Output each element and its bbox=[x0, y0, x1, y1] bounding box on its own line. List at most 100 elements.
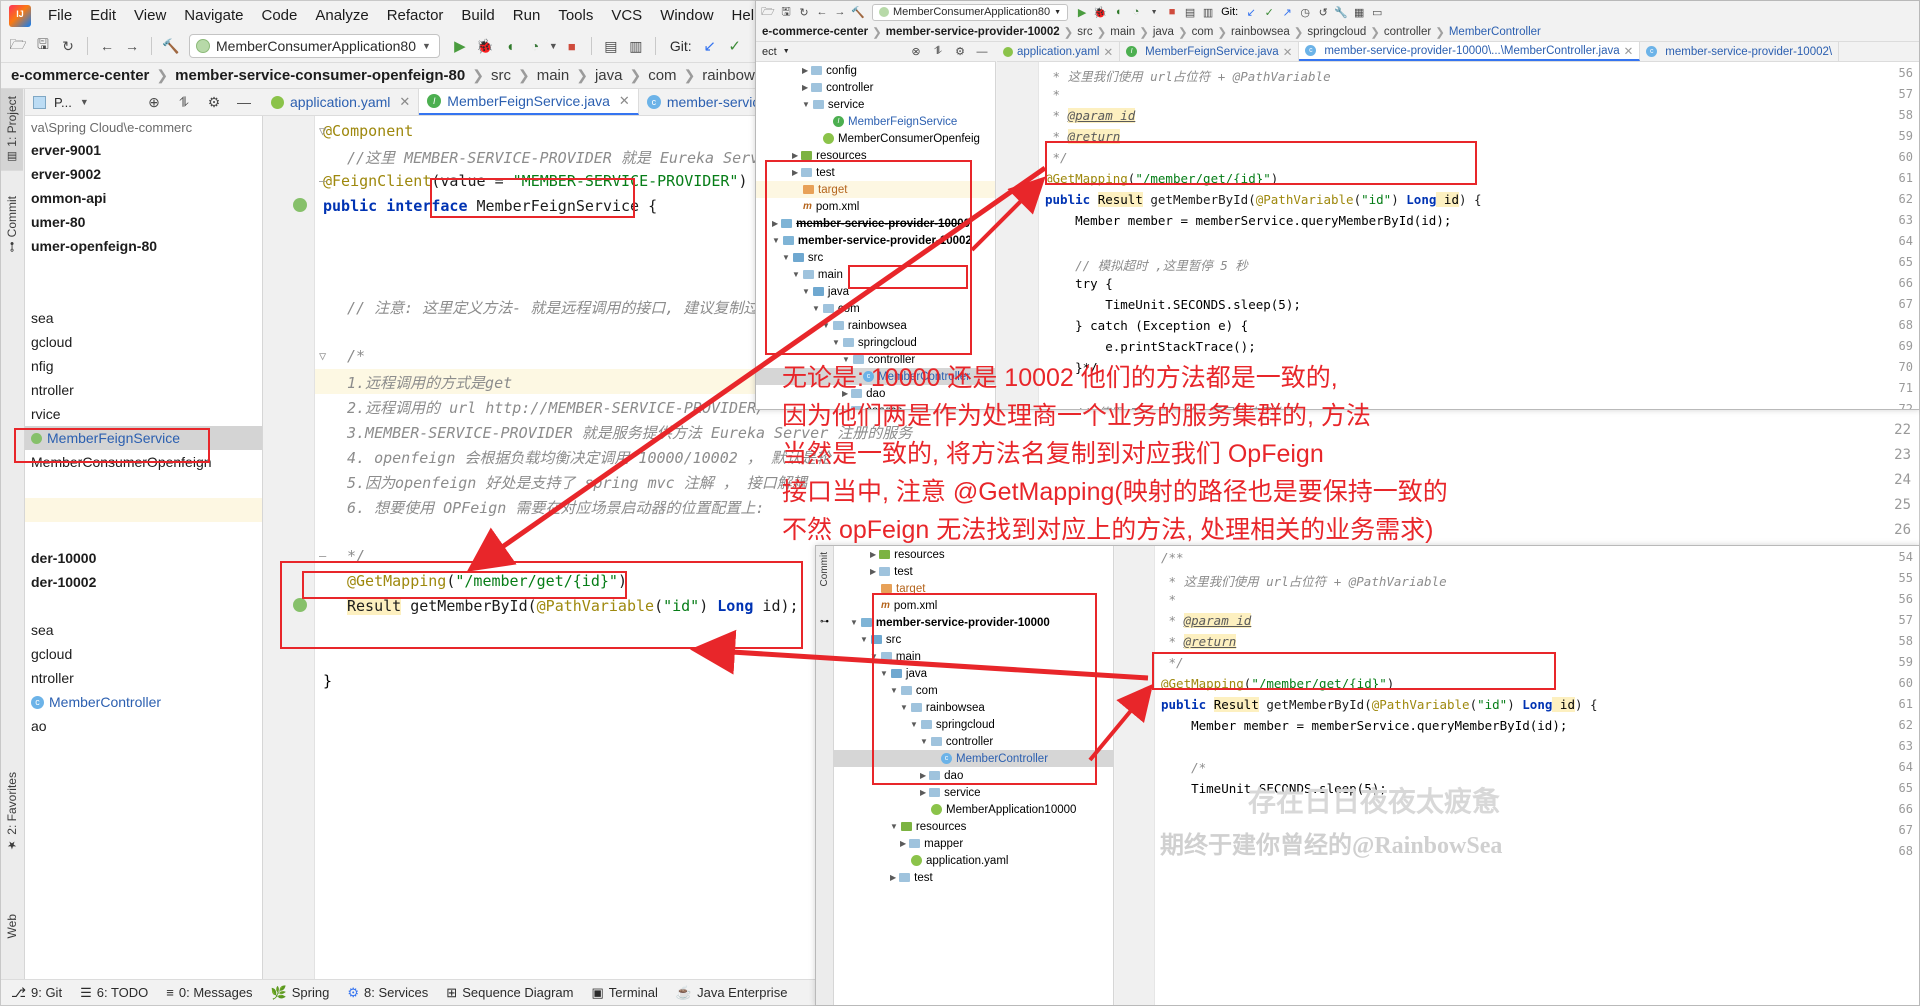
chevron-down-icon[interactable]: ▼ bbox=[850, 618, 858, 627]
back-icon[interactable]: ← bbox=[814, 4, 830, 20]
status-item-services[interactable]: ⚙ 8: Services bbox=[347, 985, 428, 1001]
code-line[interactable]: @GetMapping("/member/get/{id}") bbox=[1045, 171, 1278, 186]
project-tree-node[interactable]: ao bbox=[25, 714, 262, 738]
gutter-implementation-icon[interactable] bbox=[293, 598, 307, 612]
project-tree-node[interactable]: ▶ member-service-provider-10000 bbox=[756, 215, 995, 232]
window2-breadcrumb-part[interactable]: springcloud bbox=[1307, 26, 1366, 38]
project-tree-node[interactable]: ▶ service bbox=[834, 784, 1113, 801]
menu-analyze[interactable]: Analyze bbox=[306, 4, 377, 27]
project-tree-node[interactable]: MemberFeignService bbox=[25, 426, 262, 450]
project-tree-node[interactable]: umer-80 bbox=[25, 210, 262, 234]
run-icon[interactable]: ▶ bbox=[449, 35, 471, 57]
locate-icon[interactable]: ⊗ bbox=[908, 44, 924, 60]
code-line[interactable]: * @param id bbox=[1045, 108, 1136, 123]
close-icon[interactable]: ✕ bbox=[619, 93, 630, 109]
stop-icon[interactable]: ■ bbox=[1164, 4, 1180, 20]
window2-breadcrumb-part[interactable]: rainbowsea bbox=[1231, 26, 1290, 38]
breadcrumb-part-2[interactable]: src bbox=[491, 67, 511, 84]
stripe-button-project[interactable]: ▤ 1: Project bbox=[1, 89, 23, 171]
deploy-icon[interactable]: ▥ bbox=[625, 35, 647, 57]
chevron-right-icon[interactable]: ▶ bbox=[842, 406, 848, 409]
window2-code-editor[interactable]: 56 * 这里我们使用 url占位符 + @PathVariable 57 * 58… bbox=[997, 62, 1919, 409]
project-tree-node[interactable] bbox=[25, 498, 262, 522]
project-tree-node[interactable]: ▼ springcloud bbox=[834, 716, 1113, 733]
collapse-all-icon[interactable]: ⥮ bbox=[930, 44, 946, 60]
code-line[interactable]: */ bbox=[1045, 150, 1068, 165]
forward-icon[interactable]: → bbox=[121, 35, 143, 57]
project-tree-node[interactable]: gcloud bbox=[25, 642, 262, 666]
project-tree-node[interactable]: ▼ java bbox=[834, 665, 1113, 682]
code-line[interactable]: * 这里我们使用 url占位符 + @PathVariable bbox=[1161, 571, 1447, 590]
project-tree-node[interactable]: MemberConsumerOpenfeig bbox=[756, 130, 995, 147]
code-line[interactable]: }*/ bbox=[1045, 360, 1098, 375]
chevron-right-icon[interactable]: ▶ bbox=[920, 788, 926, 797]
code-line[interactable]: 2.远程调用的 url http://MEMBER-SERVICE-PROVID… bbox=[347, 397, 765, 418]
tab-membercontroller-10000[interactable]: c member-service-provider-10000\...\Memb… bbox=[1299, 42, 1641, 61]
chevron-right-icon[interactable]: ▶ bbox=[890, 873, 896, 882]
editor-gutter[interactable] bbox=[263, 116, 315, 979]
project-tree-node[interactable]: target bbox=[834, 580, 1113, 597]
menu-build[interactable]: Build bbox=[452, 4, 503, 27]
project-tree-node[interactable]: der-10002 bbox=[25, 570, 262, 594]
window2-breadcrumb-part[interactable]: MemberController bbox=[1449, 26, 1541, 38]
run-with-coverage-icon[interactable]: ◖ bbox=[1110, 4, 1126, 20]
code-line[interactable]: 6. 想要使用 OPFeign 需要在对应场景启动器的位置配置上: bbox=[347, 497, 764, 518]
project-tree-node[interactable]: ommon-api bbox=[25, 186, 262, 210]
project-tree-node[interactable]: ▼ src bbox=[834, 631, 1113, 648]
code-line[interactable]: // 使用 Result 统一返回的结果数据 bbox=[1045, 402, 1295, 409]
sync-icon[interactable]: ↻ bbox=[796, 4, 812, 20]
code-line[interactable]: Result getMemberById(@PathVariable("id")… bbox=[347, 597, 799, 615]
close-icon[interactable]: ✕ bbox=[1103, 45, 1113, 59]
status-item-messages[interactable]: ≡ 0: Messages bbox=[166, 985, 252, 1000]
code-line[interactable]: Member member = memberService.queryMembe… bbox=[1161, 718, 1567, 733]
window3-gutter[interactable] bbox=[1115, 546, 1155, 1005]
code-line[interactable]: /* bbox=[1161, 760, 1206, 775]
project-tree-node[interactable]: ▶ test bbox=[756, 164, 995, 181]
status-item-terminal[interactable]: ▣ Terminal bbox=[592, 985, 658, 1001]
profiler-icon[interactable]: ◔ bbox=[524, 35, 546, 57]
project-tree-node[interactable]: MemberApplication10000 bbox=[834, 801, 1113, 818]
menu-refactor[interactable]: Refactor bbox=[378, 4, 453, 27]
stripe-button-commit[interactable]: ⊶ Commit bbox=[1, 189, 23, 259]
project-tree-node[interactable]: erver-9001 bbox=[25, 138, 262, 162]
profiler-chevron-icon[interactable]: ▼ bbox=[549, 41, 558, 51]
code-line[interactable]: } bbox=[323, 672, 332, 690]
window3-code-editor[interactable]: 54/** 55 * 这里我们使用 url占位符 + @PathVariable 5… bbox=[1115, 546, 1919, 1005]
chevron-down-icon[interactable]: ▼ bbox=[910, 720, 918, 729]
project-tree-node[interactable]: ▼ rainbowsea bbox=[834, 699, 1113, 716]
stripe-button-favorites[interactable]: ★ 2: Favorites bbox=[1, 765, 23, 859]
project-tree-node[interactable]: c MemberController bbox=[756, 368, 995, 385]
app-servers-icon[interactable]: ▤ bbox=[600, 35, 622, 57]
chevron-right-icon[interactable]: ▶ bbox=[842, 389, 848, 398]
chevron-right-icon[interactable]: ▶ bbox=[802, 83, 808, 92]
breadcrumb-part-5[interactable]: com bbox=[648, 67, 676, 84]
window2-breadcrumb-part[interactable]: main bbox=[1110, 26, 1135, 38]
project-tree-node[interactable]: ▶ dao bbox=[756, 385, 995, 402]
git-history-icon[interactable]: ◷ bbox=[1297, 4, 1313, 20]
project-tree-node[interactable] bbox=[25, 258, 262, 282]
tab-memberfeignservice[interactable]: I MemberFeignService.java ✕ bbox=[1120, 42, 1300, 61]
debug-icon[interactable]: 🐞 bbox=[474, 35, 496, 57]
chevron-right-icon[interactable]: ▶ bbox=[920, 771, 926, 780]
window3-project-tree[interactable]: ▶ resources ▶ test target m pom.xml ▼ member-ser… bbox=[834, 546, 1114, 1005]
chevron-down-icon[interactable]: ▼ bbox=[860, 635, 868, 644]
chevron-down-icon[interactable]: ▼ bbox=[900, 703, 908, 712]
code-line[interactable]: /* bbox=[347, 347, 365, 365]
project-tree-node[interactable]: ▼ controller bbox=[834, 733, 1113, 750]
stripe-button-web[interactable]: Web bbox=[1, 907, 23, 945]
chevron-down-icon[interactable]: ▼ bbox=[880, 669, 888, 678]
chevron-down-icon[interactable]: ▼ bbox=[890, 686, 898, 695]
code-line[interactable]: * @return bbox=[1045, 129, 1121, 144]
project-tree-node[interactable]: ▼ src bbox=[756, 249, 995, 266]
code-line[interactable]: @Component bbox=[323, 122, 413, 140]
project-tree-node[interactable]: c MemberController bbox=[25, 690, 262, 714]
project-tree-node[interactable]: ▼ main bbox=[834, 648, 1113, 665]
code-line[interactable]: // 注意: 这里定义方法- 就是远程调用的接口, 建议复制过 bbox=[347, 297, 758, 318]
code-line[interactable]: @GetMapping("/member/get/{id}") bbox=[1161, 676, 1394, 691]
app-servers-icon[interactable]: ▤ bbox=[1182, 4, 1198, 20]
menu-edit[interactable]: Edit bbox=[81, 4, 125, 27]
code-line[interactable]: @GetMapping("/member/get/{id}") bbox=[347, 572, 627, 590]
project-tree-node[interactable]: ▼ member-service-provider-10002 bbox=[756, 232, 995, 249]
status-item-java-enterprise[interactable]: ☕ Java Enterprise bbox=[676, 985, 788, 1001]
code-line[interactable]: 4. openfeign 会根据负载均衡决定调用 10000/10002 ， 默… bbox=[347, 447, 831, 468]
